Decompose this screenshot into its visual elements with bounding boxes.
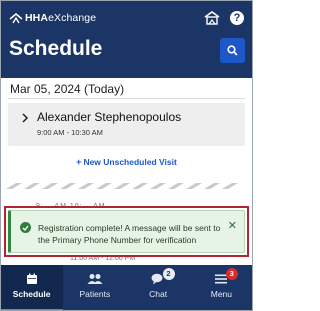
nav-item-chat[interactable]: 2 Chat <box>127 265 190 311</box>
plus-icon: + <box>76 157 82 167</box>
logo-mark-icon <box>9 12 23 24</box>
nav-item-schedule[interactable]: Schedule <box>0 265 64 311</box>
new-visit-label: New Unscheduled Visit <box>83 157 177 167</box>
chevron-right-icon <box>22 113 29 123</box>
check-circle-icon <box>20 222 31 233</box>
nav-label-patients: Patients <box>79 289 111 299</box>
schedule-date: Mar 05, 2024 (Today) <box>10 82 125 96</box>
visit-card[interactable]: Alexander Stephenopoulos 9:00 AM - 10:30… <box>8 103 245 146</box>
menu-count-badge: 3 <box>225 268 238 280</box>
toast-message: Registration complete! A message will be… <box>38 223 221 245</box>
calendar-icon <box>24 272 40 286</box>
nav-label-schedule: Schedule <box>12 289 51 299</box>
nav-item-menu[interactable]: 3 Menu <box>190 265 253 311</box>
header-actions: ? <box>204 10 244 26</box>
users-icon <box>87 272 103 286</box>
page-title: Schedule <box>9 37 103 60</box>
logo-text: HHAeXchange <box>25 12 97 24</box>
torn-edge-separator <box>6 183 238 189</box>
app-header: HHAeXchange ? Schedule <box>0 0 253 78</box>
new-unscheduled-visit-link[interactable]: + New Unscheduled Visit <box>0 157 253 167</box>
success-toast: Registration complete! A message will be… <box>8 210 245 253</box>
nav-item-patients[interactable]: Patients <box>63 265 126 311</box>
chat-count-badge: 2 <box>162 268 175 280</box>
visit-time: 9:00 AM - 10:30 AM <box>37 128 103 137</box>
bottom-navigation: Schedule Patients 2 Chat 3 Menu <box>0 265 253 311</box>
help-icon[interactable]: ? <box>230 11 244 25</box>
date-divider <box>8 98 245 99</box>
nav-label-menu: Menu <box>210 289 232 299</box>
close-icon[interactable]: ✕ <box>228 221 237 232</box>
visit-patient-name: Alexander Stephenopoulos <box>37 110 182 124</box>
app-logo: HHAeXchange <box>9 12 96 24</box>
search-button[interactable] <box>220 38 245 63</box>
nav-label-chat: Chat <box>149 289 168 299</box>
agency-home-icon[interactable] <box>204 10 220 26</box>
search-icon <box>227 45 238 56</box>
